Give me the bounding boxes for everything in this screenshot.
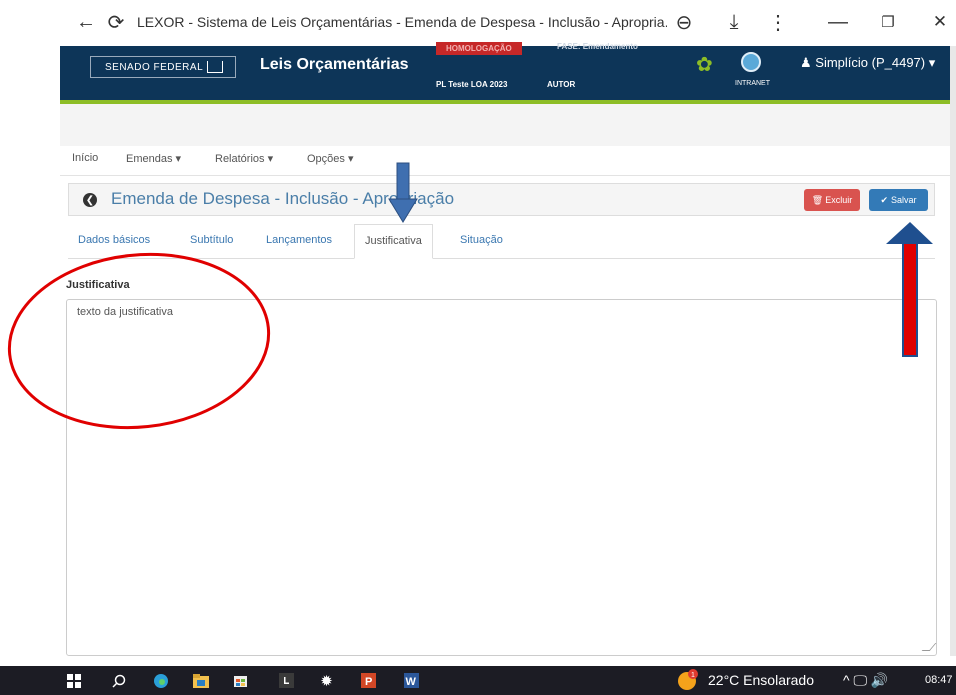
tab-subtitulo[interactable]: Subtítulo bbox=[180, 224, 243, 259]
panel-heading: ❮ Emenda de Despesa - Inclusão - Apropri… bbox=[68, 183, 935, 216]
windows-start-icon[interactable] bbox=[65, 672, 82, 689]
close-icon[interactable]: ✕ bbox=[928, 10, 952, 34]
main-nav: Início Emendas ▾ Relatórios ▾ Opções ▾ bbox=[60, 146, 956, 176]
tab-bar: Dados básicos Subtítulo Lançamentos Just… bbox=[68, 224, 935, 259]
save-button[interactable]: ✔ Salvar bbox=[869, 189, 928, 211]
clock[interactable]: 08:47 bbox=[925, 674, 953, 686]
senado-label: SENADO FEDERAL bbox=[105, 61, 204, 73]
user-icon: ♟ bbox=[800, 55, 812, 70]
search-icon[interactable] bbox=[110, 672, 127, 689]
word-icon[interactable]: W bbox=[403, 672, 420, 689]
nav-inicio[interactable]: Início bbox=[72, 152, 98, 164]
delete-button-label: Excluir bbox=[825, 195, 853, 205]
minimize-icon[interactable]: — bbox=[826, 10, 850, 34]
edge-browser-icon[interactable] bbox=[152, 672, 169, 689]
save-button-label: Salvar bbox=[891, 195, 917, 205]
justificativa-textarea[interactable]: texto da justificativa bbox=[66, 299, 937, 656]
author-label: AUTOR bbox=[547, 80, 576, 89]
tab-situacao[interactable]: Situação bbox=[450, 224, 513, 259]
svg-text:P: P bbox=[365, 676, 372, 688]
delete-button[interactable]: 🗑 Excluir bbox=[804, 189, 860, 211]
tab-justificativa[interactable]: Justificativa bbox=[354, 224, 433, 259]
browser-title: LEXOR - Sistema de Leis Orçamentárias - … bbox=[137, 14, 667, 30]
nav-emendas[interactable]: Emendas ▾ bbox=[126, 152, 181, 165]
phase-label: FASE: Emendamento bbox=[557, 42, 638, 51]
pl-label: PL Teste LOA 2023 bbox=[436, 80, 508, 89]
zoom-icon[interactable]: ⊖ bbox=[672, 10, 696, 34]
store-icon[interactable] bbox=[232, 672, 249, 689]
app-header: SENADO FEDERAL Leis Orçamentárias HOMOLO… bbox=[60, 42, 956, 100]
intranet-icon[interactable] bbox=[741, 52, 761, 72]
restore-icon[interactable]: ❐ bbox=[876, 10, 900, 34]
reload-icon[interactable]: ⟳ bbox=[104, 10, 128, 34]
trash-icon: 🗑 bbox=[811, 194, 824, 205]
tab-dados-basicos[interactable]: Dados básicos bbox=[68, 224, 160, 259]
page-title: Emenda de Despesa - Inclusão - Apropriaç… bbox=[111, 189, 455, 208]
page-scrollbar[interactable] bbox=[950, 46, 956, 656]
gear-icon[interactable]: ✿ bbox=[696, 52, 713, 77]
download-icon[interactable]: ⤓ bbox=[722, 10, 746, 34]
tab-lancamentos[interactable]: Lançamentos bbox=[256, 224, 342, 259]
back-circle-icon[interactable]: ❮ bbox=[83, 193, 97, 207]
system-tray-icons[interactable]: ^ 🖵 🔊 bbox=[843, 672, 888, 689]
lexor-app-icon[interactable] bbox=[278, 672, 295, 689]
app-name[interactable]: Leis Orçamentárias bbox=[260, 56, 409, 74]
windows-taskbar: ✹ P W 1 22°C Ensolarado ^ 🖵 🔊 08:47 bbox=[0, 666, 956, 695]
svg-text:W: W bbox=[406, 676, 417, 688]
check-icon: ✔ bbox=[880, 194, 889, 205]
more-menu-icon[interactable]: ⋮ bbox=[766, 10, 790, 34]
caret-down-icon: ▾ bbox=[928, 55, 936, 70]
back-arrow-icon[interactable]: ← bbox=[74, 10, 98, 34]
user-menu[interactable]: ♟ Simplício (P_4497) ▾ bbox=[800, 55, 935, 71]
browser-titlebar: ← ⟳ LEXOR - Sistema de Leis Orçamentária… bbox=[0, 0, 956, 46]
subheader-band bbox=[60, 104, 956, 146]
powerpoint-icon[interactable]: P bbox=[360, 672, 377, 689]
file-explorer-icon[interactable] bbox=[192, 672, 209, 689]
notification-count: 1 bbox=[691, 672, 695, 679]
nav-relatorios[interactable]: Relatórios ▾ bbox=[215, 152, 273, 165]
intranet-label[interactable]: INTRANET bbox=[735, 80, 770, 87]
senado-logo[interactable]: SENADO FEDERAL bbox=[90, 56, 236, 78]
justificativa-label: Justificativa bbox=[66, 279, 130, 291]
nav-opcoes[interactable]: Opções ▾ bbox=[307, 152, 354, 165]
weather-label[interactable]: 22°C Ensolarado bbox=[708, 672, 814, 688]
settings-gear-icon[interactable]: ✹ bbox=[318, 672, 335, 690]
senado-mark-icon bbox=[207, 61, 223, 73]
user-name: Simplício (P_4497) bbox=[815, 55, 926, 70]
environment-badge: HOMOLOGAÇÃO bbox=[436, 42, 522, 55]
weather-sun-icon[interactable]: 1 bbox=[676, 669, 698, 691]
